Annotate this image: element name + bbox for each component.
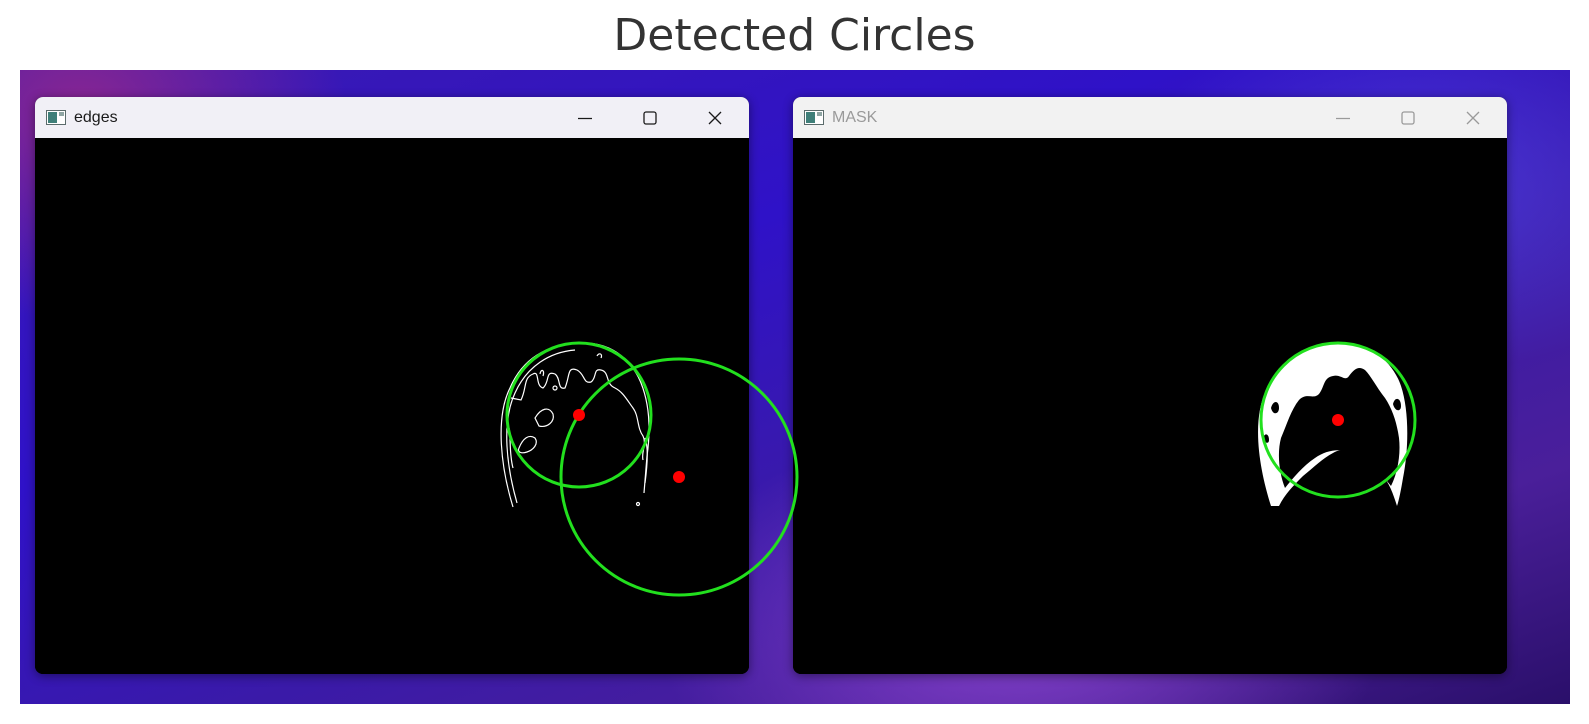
app-icon [804,110,824,125]
minimize-button[interactable] [562,97,608,138]
window-title: edges [74,108,118,126]
maximize-icon [643,110,657,125]
maximize-button[interactable] [627,97,673,138]
close-icon [1466,111,1480,124]
maximize-button[interactable] [1385,97,1431,138]
edges-window[interactable]: edges [35,97,749,674]
edges-window-titlebar[interactable]: edges [35,97,749,138]
close-button[interactable] [692,97,738,138]
minimize-button[interactable] [1320,97,1366,138]
mask-image [793,138,1507,674]
figure-title: Detected Circles [613,10,976,61]
edges-contour [500,342,650,508]
edges-image [35,138,749,674]
window-title: MASK [832,108,878,126]
app-icon [46,110,66,125]
maximize-icon [1401,110,1415,125]
close-icon [708,111,722,124]
mask-window-titlebar[interactable]: MASK [793,97,1507,138]
mask-window[interactable]: MASK [793,97,1507,674]
minimize-icon [578,117,592,119]
close-button[interactable] [1450,97,1496,138]
minimize-icon [1336,117,1350,119]
mask-blob [1258,343,1408,506]
desktop-wallpaper: edges MASK [20,70,1570,704]
